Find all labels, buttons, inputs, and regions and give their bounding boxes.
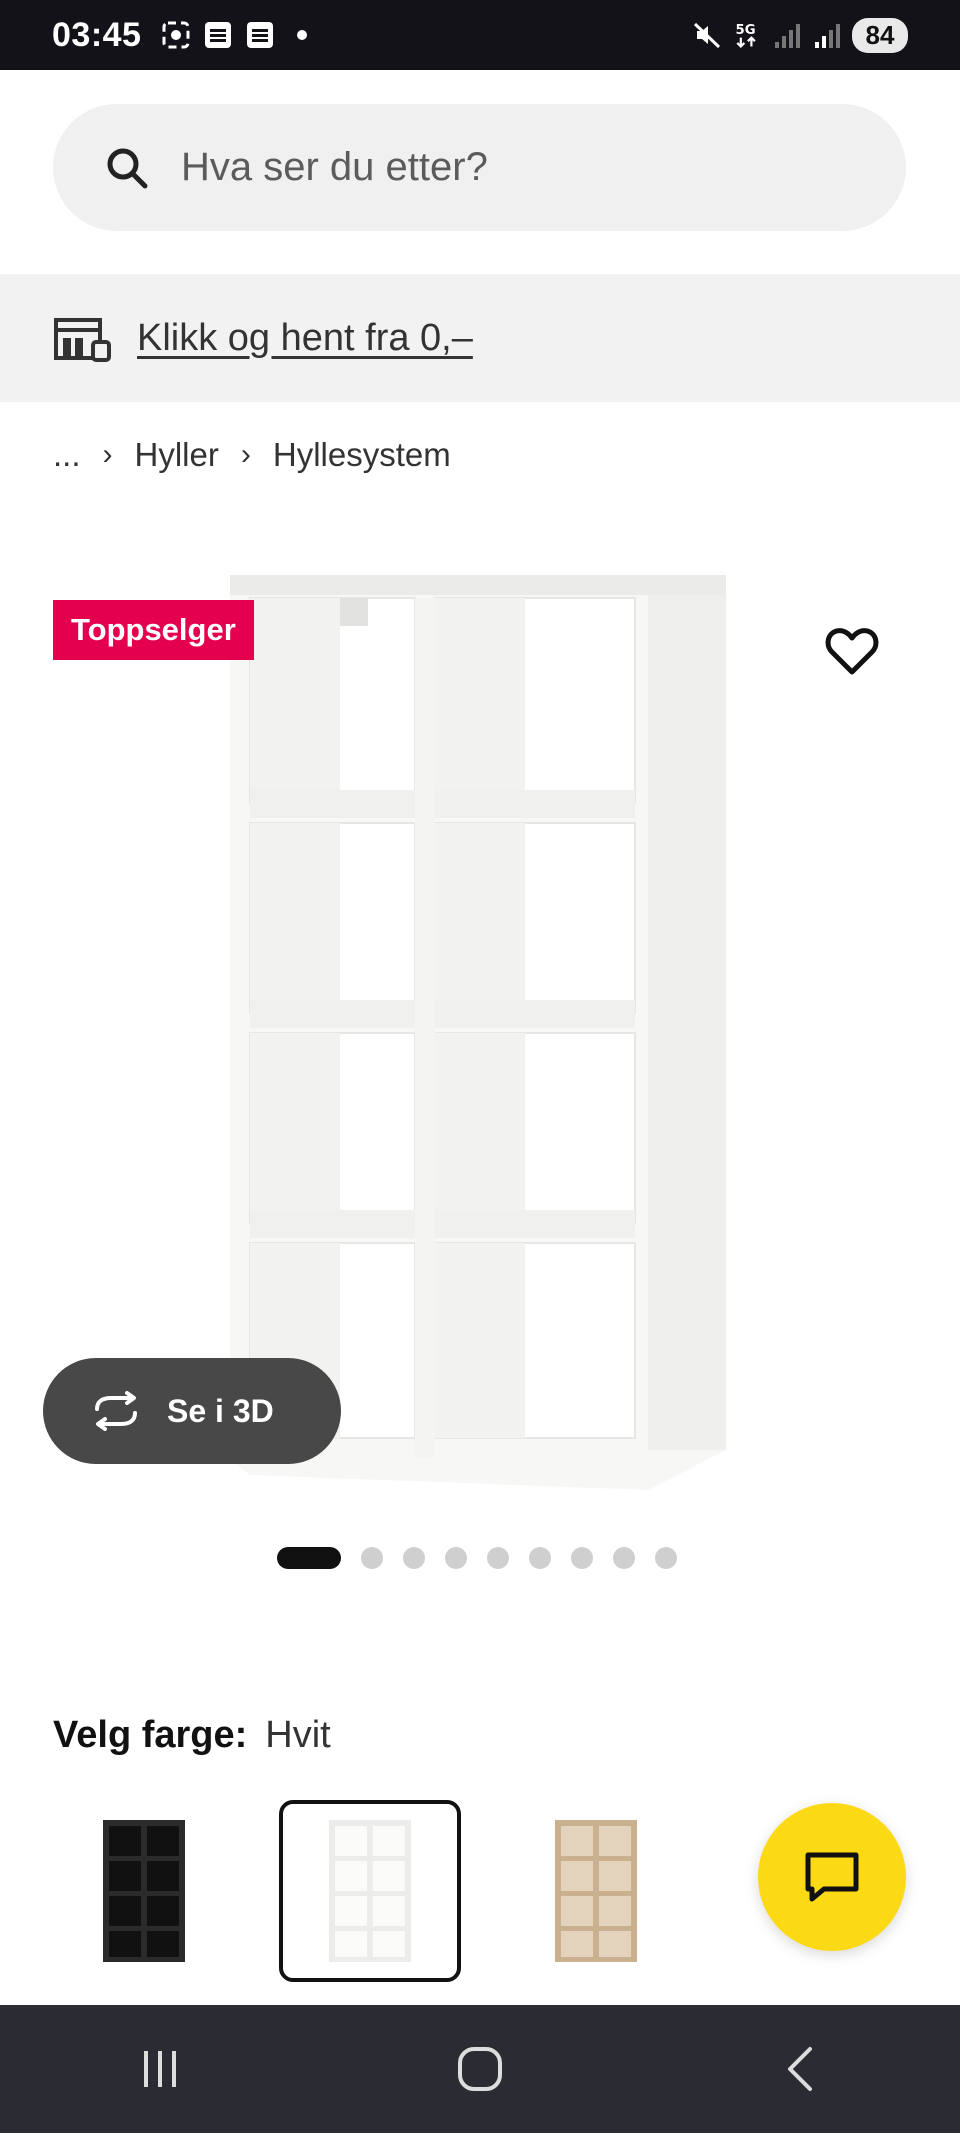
selected-color-value: Hvit — [265, 1714, 331, 1756]
recent-apps-button[interactable] — [120, 2029, 200, 2109]
notification-icon — [245, 20, 275, 50]
store-icon — [54, 318, 111, 362]
color-swatch-white[interactable] — [279, 1800, 461, 1982]
svg-text:5G: 5G — [736, 23, 756, 38]
pagination-dot[interactable] — [361, 1547, 383, 1569]
pagination-dot[interactable] — [277, 1547, 341, 1569]
home-button[interactable] — [440, 2029, 520, 2109]
battery-level: 84 — [852, 17, 908, 53]
status-bar: 03:45 5G 84 — [0, 0, 960, 70]
click-collect-banner[interactable]: Klikk og hent fra 0,– — [0, 274, 960, 402]
pagination-dot[interactable] — [403, 1547, 425, 1569]
product-gallery[interactable]: Toppselger Se i 3D — [0, 540, 960, 1520]
status-time: 03:45 — [52, 15, 142, 54]
shelf-thumbnail-white — [329, 1820, 411, 1962]
breadcrumb: ... › Hyller › Hyllesystem — [53, 436, 451, 474]
more-notifications-dot — [297, 30, 308, 40]
back-icon — [788, 2047, 812, 2091]
product-image — [230, 575, 726, 1490]
shelf-thumbnail-black — [103, 1820, 185, 1962]
pagination-dot[interactable] — [529, 1547, 551, 1569]
search-icon — [107, 148, 148, 188]
chevron-right-icon: › — [102, 438, 113, 471]
pagination-dot[interactable] — [487, 1547, 509, 1569]
color-select-heading: Velg farge: Hvit — [53, 1714, 331, 1757]
top-seller-badge: Toppselger — [53, 600, 254, 660]
pagination-dot[interactable] — [655, 1547, 677, 1569]
color-select-label: Velg farge: — [53, 1714, 248, 1756]
pagination-dot[interactable] — [571, 1547, 593, 1569]
screenshot-icon — [161, 20, 191, 50]
5g-icon: 5G — [732, 20, 762, 50]
breadcrumb-item-hyller[interactable]: Hyller — [135, 436, 219, 474]
breadcrumb-ellipsis[interactable]: ... — [53, 436, 81, 474]
chevron-right-icon: › — [240, 438, 251, 471]
image-pagination — [277, 1547, 677, 1569]
status-left-icons — [161, 20, 308, 50]
rotate-3d-icon — [95, 1391, 137, 1431]
breadcrumb-item-hyllesystem[interactable]: Hyllesystem — [273, 436, 451, 474]
search-bar[interactable] — [53, 104, 906, 231]
chat-icon — [805, 1852, 859, 1902]
mute-icon — [692, 20, 722, 50]
view-3d-button[interactable]: Se i 3D — [43, 1358, 341, 1464]
status-right-icons: 5G 84 — [692, 17, 908, 53]
pagination-dot[interactable] — [613, 1547, 635, 1569]
home-icon — [458, 2047, 502, 2091]
color-swatch-black-brown[interactable] — [53, 1800, 235, 1982]
signal-icon — [772, 20, 802, 50]
chat-button[interactable] — [758, 1803, 906, 1951]
favorite-heart-icon[interactable] — [824, 624, 880, 680]
color-swatch-oak[interactable] — [505, 1800, 687, 1982]
recent-apps-icon — [144, 2051, 176, 2087]
back-button[interactable] — [760, 2029, 840, 2109]
view-3d-label: Se i 3D — [167, 1392, 274, 1429]
shelf-thumbnail-oak — [555, 1820, 637, 1962]
color-swatches — [53, 1800, 687, 1982]
signal-icon — [812, 20, 842, 50]
pagination-dot[interactable] — [445, 1547, 467, 1569]
system-navigation-bar — [0, 2005, 960, 2133]
click-collect-link[interactable]: Klikk og hent fra 0,– — [137, 317, 473, 360]
notification-icon — [203, 20, 233, 50]
search-input[interactable] — [179, 144, 783, 191]
